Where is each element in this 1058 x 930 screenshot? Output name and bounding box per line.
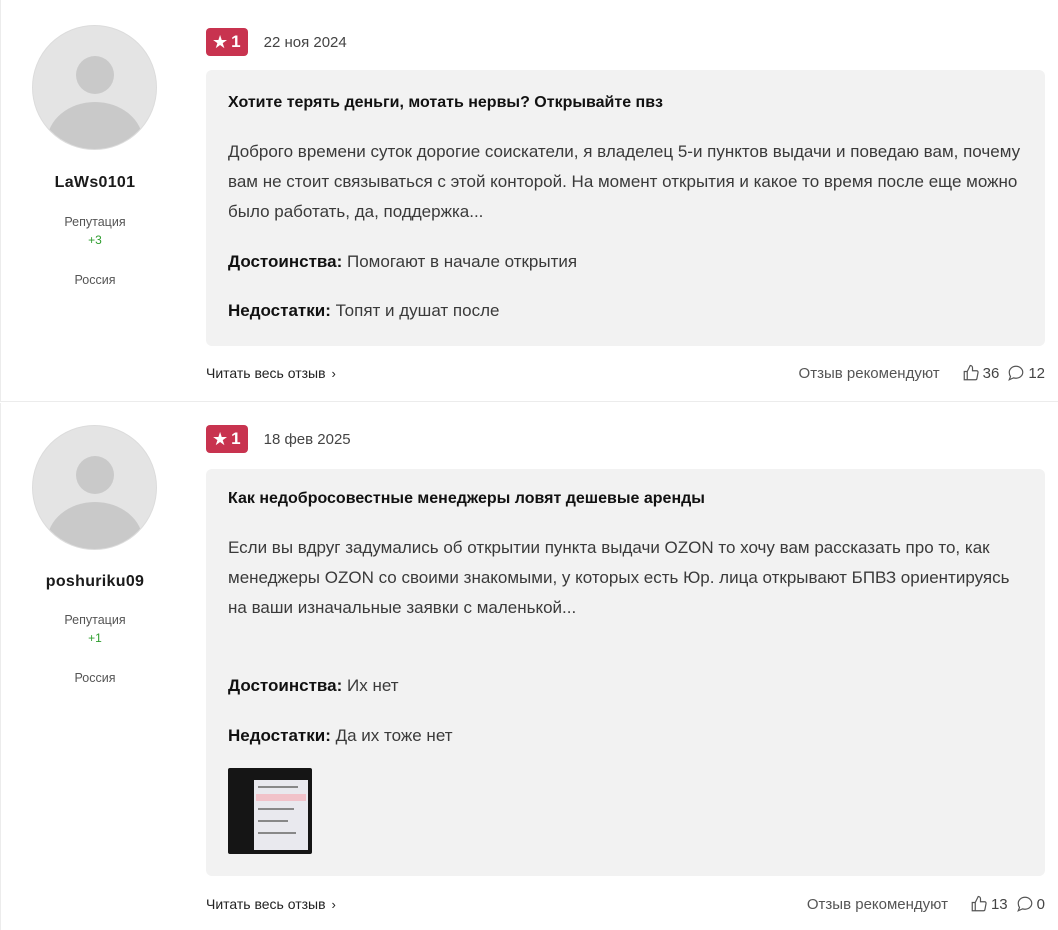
like-button[interactable]: 13	[970, 895, 1008, 913]
thumbs-up-icon	[971, 895, 987, 912]
author-country: Россия	[74, 273, 116, 287]
rating-badge: ★ 1	[206, 425, 248, 453]
thumbs-up-icon	[963, 364, 979, 381]
avatar[interactable]	[32, 425, 157, 550]
pros-text: Их нет	[347, 676, 399, 695]
review-item: LaWs0101 Репутация +3 Россия ★ 1 22 ноя …	[0, 0, 1058, 402]
comments-button[interactable]: 0	[1016, 895, 1045, 913]
review-date: 22 ноя 2024	[263, 33, 347, 51]
star-icon: ★	[212, 32, 229, 52]
author-username[interactable]: poshuriku09	[0, 573, 190, 591]
read-more-label: Читать весь отзыв	[206, 896, 326, 912]
attached-image-thumbnail[interactable]	[228, 768, 312, 854]
review-text: Доброго времени суток дорогие соискатели…	[228, 142, 1021, 221]
reputation-value: +1	[88, 631, 102, 645]
review-cons: Недостатки: Топят и душат после	[228, 301, 499, 321]
review-cons: Недостатки: Да их тоже нет	[228, 726, 453, 746]
thumbnail-line	[258, 786, 298, 788]
rating-badge: ★ 1	[206, 28, 248, 56]
like-count: 36	[982, 364, 1000, 382]
avatar-head	[76, 456, 114, 494]
divider	[0, 403, 1, 930]
recommend-label: Отзыв рекомендуют	[806, 895, 948, 913]
review-card[interactable]: Хотите терять деньги, мотать нервы? Откр…	[206, 70, 1045, 346]
chevron-right-icon: ›	[331, 366, 336, 381]
thumbnail-line	[258, 808, 294, 810]
reputation-label: Репутация	[64, 215, 126, 229]
avatar-head	[76, 56, 114, 94]
comments-button[interactable]: 12	[1007, 364, 1045, 382]
read-more-link[interactable]: Читать весь отзыв ›	[206, 365, 336, 381]
avatar[interactable]	[32, 25, 157, 150]
review-pros: Достоинства: Помогают в начале открытия	[228, 252, 577, 272]
review-footer: Читать весь отзыв › Отзыв рекомендуют 13 …	[206, 892, 1045, 916]
cons-label: Недостатки:	[228, 301, 331, 320]
thumbnail-line	[258, 820, 288, 822]
rating-value: 1	[231, 32, 241, 51]
cons-text: Топят и душат после	[335, 301, 500, 320]
read-more-link[interactable]: Читать весь отзыв ›	[206, 896, 336, 912]
reputation-label: Репутация	[64, 613, 126, 627]
pros-label: Достоинства:	[228, 252, 343, 271]
comment-count: 12	[1028, 364, 1045, 382]
cons-text: Да их тоже нет	[335, 726, 453, 745]
review-card[interactable]: Как недобросовестные менеджеры ловят деш…	[206, 469, 1045, 876]
comment-count: 0	[1036, 895, 1045, 913]
review-text: Если вы вдруг задумались об открытии пун…	[228, 538, 1010, 617]
pros-label: Достоинства:	[228, 676, 343, 695]
comment-bubble-icon	[1008, 365, 1024, 381]
reputation-value: +3	[88, 233, 102, 247]
avatar-body	[47, 502, 143, 549]
read-more-label: Читать весь отзыв	[206, 365, 326, 381]
review-item: poshuriku09 Репутация +1 Россия ★ 1 18 ф…	[0, 403, 1058, 930]
review-meta: ★ 1 22 ноя 2024	[206, 28, 347, 56]
thumbnail-line	[258, 832, 296, 834]
rating-value: 1	[231, 429, 241, 448]
author-country: Россия	[74, 671, 116, 685]
recommend-label: Отзыв рекомендуют	[798, 364, 940, 382]
review-date: 18 фев 2025	[263, 430, 351, 448]
cons-label: Недостатки:	[228, 726, 331, 745]
review-title[interactable]: Как недобросовестные менеджеры ловят деш…	[228, 490, 705, 508]
author-username[interactable]: LaWs0101	[0, 174, 190, 192]
comment-bubble-icon	[1016, 896, 1033, 912]
divider	[0, 0, 1, 401]
like-button[interactable]: 36	[962, 364, 1000, 382]
thumbnail-panel	[254, 780, 308, 850]
star-icon: ★	[212, 429, 229, 449]
like-count: 13	[990, 895, 1008, 913]
pros-text: Помогают в начале открытия	[347, 252, 578, 271]
chevron-right-icon: ›	[331, 897, 336, 912]
review-pros: Достоинства: Их нет	[228, 676, 399, 696]
thumbnail-highlight	[256, 794, 306, 801]
review-title[interactable]: Хотите терять деньги, мотать нервы? Откр…	[228, 94, 663, 112]
review-footer: Читать весь отзыв › Отзыв рекомендуют 36 …	[206, 361, 1045, 385]
avatar-body	[47, 102, 143, 149]
review-meta: ★ 1 18 фев 2025	[206, 425, 351, 453]
